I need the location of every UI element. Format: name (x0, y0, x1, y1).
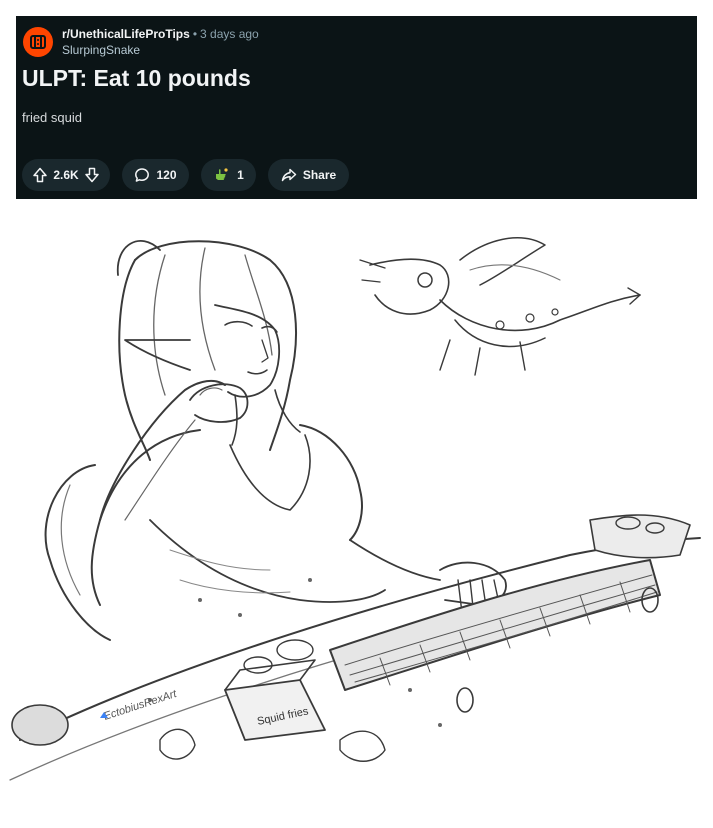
post-body: fried squid (22, 110, 82, 125)
vote-score: 2.6K (53, 168, 79, 182)
speech-bubble-icon (134, 167, 150, 183)
arrow-down-icon[interactable] (84, 167, 100, 183)
post-header: r/UnethicalLifeProTips • 3 days ago Slurpi… (23, 27, 259, 57)
artist-signature: EctobiusRexArt (102, 688, 179, 723)
reddit-post-card: r/UnethicalLifeProTips • 3 days ago Slurpi… (16, 16, 697, 199)
award-hand-icon (213, 167, 229, 183)
post-actions: 2.6K 120 1 Share (22, 159, 349, 191)
comment-count: 120 (156, 168, 177, 182)
vote-control: 2.6K (22, 159, 110, 191)
share-label: Share (302, 168, 337, 182)
subreddit-avatar-icon[interactable] (23, 27, 53, 57)
share-arrow-icon (281, 167, 297, 183)
post-image-illustration[interactable]: Squid fries EctobiusRexArt (0, 220, 713, 828)
award-button[interactable]: 1 (201, 159, 256, 191)
comments-button[interactable]: 120 (122, 159, 189, 191)
arrow-up-icon[interactable] (32, 167, 48, 183)
award-count: 1 (237, 168, 244, 182)
post-meta: r/UnethicalLifeProTips • 3 days ago Slurpi… (62, 27, 259, 57)
post-title[interactable]: ULPT: Eat 10 pounds (22, 65, 251, 92)
subreddit-link[interactable]: r/UnethicalLifeProTips (62, 27, 190, 41)
post-timestamp: 3 days ago (200, 27, 259, 41)
meta-separator: • (192, 27, 198, 41)
share-button[interactable]: Share (268, 159, 349, 191)
author-link[interactable]: SlurpingSnake (62, 43, 259, 57)
